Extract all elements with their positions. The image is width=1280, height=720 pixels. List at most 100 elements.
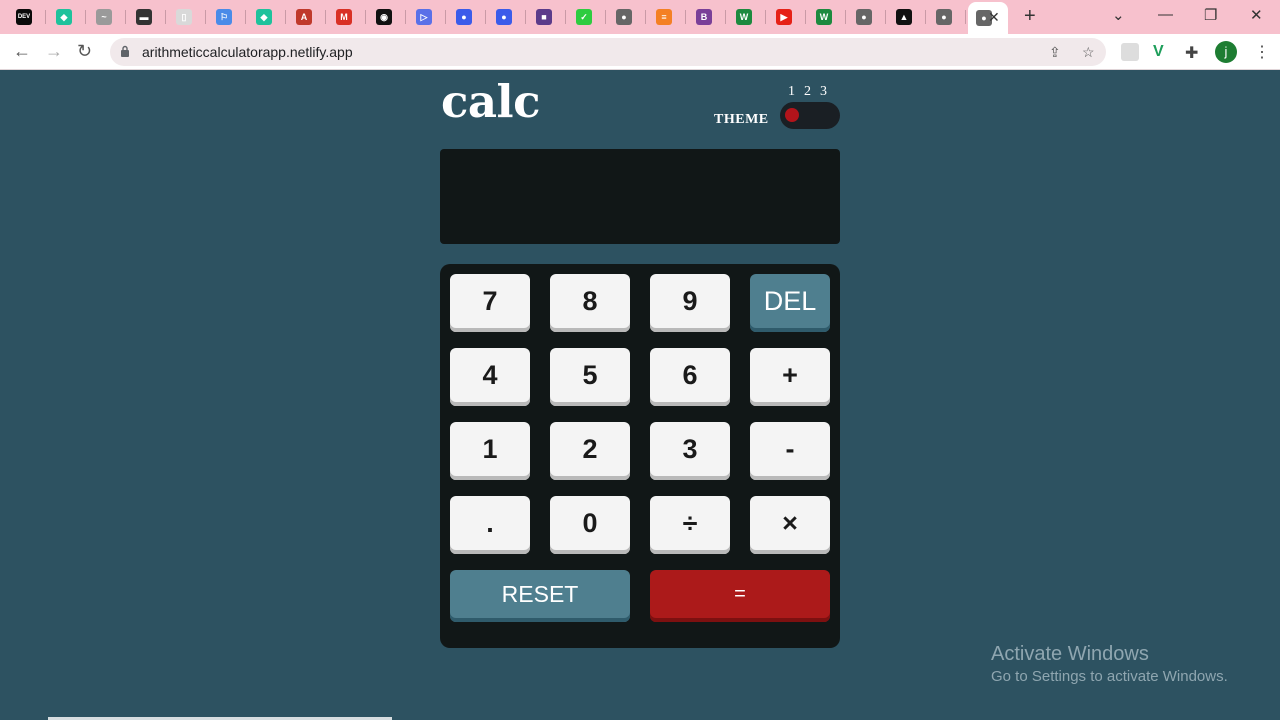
browser-tab[interactable]: W — [808, 4, 846, 30]
tab-separator — [85, 10, 86, 24]
theme-toggle-knob[interactable] — [785, 108, 799, 122]
key-9[interactable]: 9 — [650, 274, 730, 332]
tab-separator — [285, 10, 286, 24]
restore-icon[interactable]: ❐ — [1204, 6, 1217, 24]
key-8[interactable]: 8 — [550, 274, 630, 332]
browser-tab[interactable]: ⚐ — [208, 4, 246, 30]
browser-tab[interactable]: ▯ — [168, 4, 206, 30]
browser-tab[interactable]: ~ — [88, 4, 126, 30]
tab-separator — [965, 10, 966, 24]
folder-icon: ▬ — [136, 9, 152, 25]
tab-separator — [685, 10, 686, 24]
new-tab-button[interactable]: + — [1024, 5, 1036, 27]
back-icon[interactable]: ← — [13, 41, 31, 62]
key-1[interactable]: 1 — [450, 422, 530, 480]
tab-separator — [165, 10, 166, 24]
browser-tab[interactable]: ● — [608, 4, 646, 30]
a-icon: A — [296, 9, 312, 25]
browser-tab[interactable]: ✓ — [568, 4, 606, 30]
tab-separator — [925, 10, 926, 24]
circle-icon: ● — [496, 9, 512, 25]
key-3[interactable]: 3 — [650, 422, 730, 480]
reload-icon[interactable]: ↻ — [77, 41, 92, 62]
key-minus[interactable]: - — [750, 422, 830, 480]
key-0[interactable]: 0 — [550, 496, 630, 554]
browser-tab[interactable]: ▲ — [888, 4, 926, 30]
tab-separator — [645, 10, 646, 24]
key-divide[interactable]: ÷ — [650, 496, 730, 554]
reset-button[interactable]: RESET — [450, 570, 630, 622]
browser-tab[interactable]: B — [688, 4, 726, 30]
key-5[interactable]: 5 — [550, 348, 630, 406]
browser-menu-icon[interactable]: ⋮ — [1254, 42, 1270, 62]
key-7[interactable]: 7 — [450, 274, 530, 332]
browser-tab[interactable]: ▬ — [128, 4, 166, 30]
theme-option-3[interactable]: 3 — [820, 84, 836, 100]
browser-tab[interactable]: ▷ — [408, 4, 446, 30]
browser-tab[interactable]: ■ — [528, 4, 566, 30]
theme-option-2[interactable]: 2 — [804, 84, 820, 100]
w-icon: W — [736, 9, 752, 25]
bookmark-star-icon[interactable]: ☆ — [1082, 44, 1095, 61]
key-4[interactable]: 4 — [450, 348, 530, 406]
stack-icon: ≡ — [656, 9, 672, 25]
diamond-icon: ◆ — [256, 9, 272, 25]
browser-tab[interactable]: ◆ — [248, 4, 286, 30]
browser-tab[interactable]: ▶ — [768, 4, 806, 30]
b-icon: B — [696, 9, 712, 25]
tab-search-icon[interactable]: ⌄ — [1112, 6, 1125, 24]
window-close-icon[interactable]: ✕ — [1250, 6, 1263, 24]
share-icon[interactable]: ⇪ — [1049, 44, 1061, 61]
flag-icon: ⚐ — [216, 9, 232, 25]
equals-button[interactable]: = — [650, 570, 830, 622]
browser-tab[interactable]: W — [728, 4, 766, 30]
key-decimal[interactable]: . — [450, 496, 530, 554]
tab-separator — [565, 10, 566, 24]
browser-tab[interactable]: ◉ — [368, 4, 406, 30]
key-2[interactable]: 2 — [550, 422, 630, 480]
windows-activation-title: Activate Windows — [991, 643, 1149, 665]
extension-qr-icon[interactable] — [1121, 43, 1139, 61]
windows-activation-subtitle: Go to Settings to activate Windows. — [991, 668, 1228, 685]
w-icon: W — [816, 9, 832, 25]
tab-separator — [725, 10, 726, 24]
tab-separator — [605, 10, 606, 24]
tab-separator — [205, 10, 206, 24]
globe-icon: ● — [936, 9, 952, 25]
browser-tab[interactable]: M — [328, 4, 366, 30]
extensions-puzzle-icon[interactable]: ✚ — [1185, 43, 1203, 62]
browser-tab[interactable]: A — [288, 4, 326, 30]
theme-option-1[interactable]: 1 — [788, 84, 804, 100]
calculator-display — [440, 149, 840, 244]
github-icon: ◉ — [376, 9, 392, 25]
url-text[interactable]: arithmeticcalculatorapp.netlify.app — [142, 44, 353, 60]
tab-separator — [125, 10, 126, 24]
tab-separator — [765, 10, 766, 24]
lock-icon — [121, 45, 129, 57]
browser-tab[interactable]: ≡ — [648, 4, 686, 30]
extension-vue-icon[interactable]: V — [1153, 43, 1171, 61]
tab-separator — [245, 10, 246, 24]
dev-icon: DEV — [16, 9, 32, 25]
browser-tab[interactable]: ● — [928, 4, 966, 30]
browser-tab[interactable]: ● — [848, 4, 886, 30]
tab-separator — [845, 10, 846, 24]
key-6[interactable]: 6 — [650, 348, 730, 406]
key-plus[interactable]: + — [750, 348, 830, 406]
close-tab-icon[interactable]: ✕ — [988, 9, 1000, 26]
pen-icon: ~ — [96, 9, 112, 25]
tab-separator — [445, 10, 446, 24]
tab-separator — [365, 10, 366, 24]
forward-icon[interactable]: → — [45, 41, 63, 62]
browser-tab[interactable]: ● — [488, 4, 526, 30]
key-multiply[interactable]: × — [750, 496, 830, 554]
browser-tab[interactable]: ◆ — [48, 4, 86, 30]
profile-avatar[interactable]: j — [1215, 41, 1237, 63]
page-icon: ▯ — [176, 9, 192, 25]
gmail-icon: M — [336, 9, 352, 25]
minimize-icon[interactable]: — — [1158, 6, 1173, 23]
delete-button[interactable]: DEL — [750, 274, 830, 332]
browser-tab[interactable]: ● — [448, 4, 486, 30]
browser-tab[interactable]: DEV — [8, 4, 46, 30]
tab-separator — [885, 10, 886, 24]
